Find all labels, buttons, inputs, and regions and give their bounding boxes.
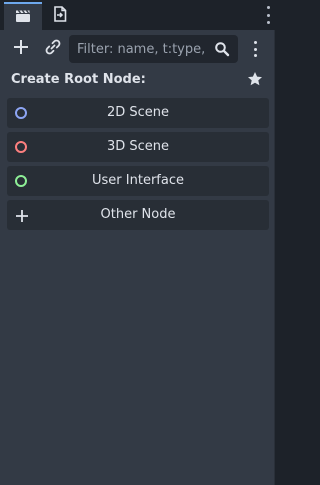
scene-toolbar	[0, 30, 275, 68]
scene-dock: Create Root Node: 2D Scene 3D Scene	[0, 0, 279, 485]
kebab-menu-icon	[253, 41, 257, 57]
instantiate-scene-button[interactable]	[39, 36, 67, 62]
plus-icon	[13, 39, 29, 59]
link-icon	[45, 39, 61, 59]
scene-clapper-icon	[15, 8, 31, 27]
create-2d-scene-button[interactable]: 2D Scene	[7, 98, 269, 128]
tab-import[interactable]	[44, 2, 76, 30]
create-root-header: Create Root Node:	[0, 68, 275, 94]
create-user-interface-label: User Interface	[92, 173, 184, 188]
node-filter-input[interactable]	[69, 35, 209, 63]
create-2d-scene-label: 2D Scene	[106, 105, 170, 120]
import-file-icon	[53, 6, 67, 26]
create-user-interface-button[interactable]: User Interface	[7, 166, 269, 196]
search-icon	[214, 41, 230, 57]
node-filter-box[interactable]	[69, 35, 238, 63]
dock-tab-strip	[0, 0, 279, 30]
create-other-node-label: Other Node	[100, 207, 176, 222]
add-child-node-button[interactable]	[7, 36, 35, 62]
favorites-button[interactable]	[244, 70, 266, 92]
star-icon	[247, 71, 263, 91]
create-3d-scene-label: 3D Scene	[106, 139, 170, 154]
create-3d-scene-button[interactable]: 3D Scene	[7, 132, 269, 162]
scene-tree-panel: Create Root Node: 2D Scene 3D Scene	[0, 30, 275, 485]
create-root-title: Create Root Node:	[11, 72, 146, 87]
tab-scene[interactable]	[4, 2, 42, 30]
create-other-node-button[interactable]: Other Node	[7, 200, 269, 230]
tab-options-menu-icon[interactable]	[265, 6, 271, 24]
scene-tree-options-button[interactable]	[244, 36, 266, 62]
